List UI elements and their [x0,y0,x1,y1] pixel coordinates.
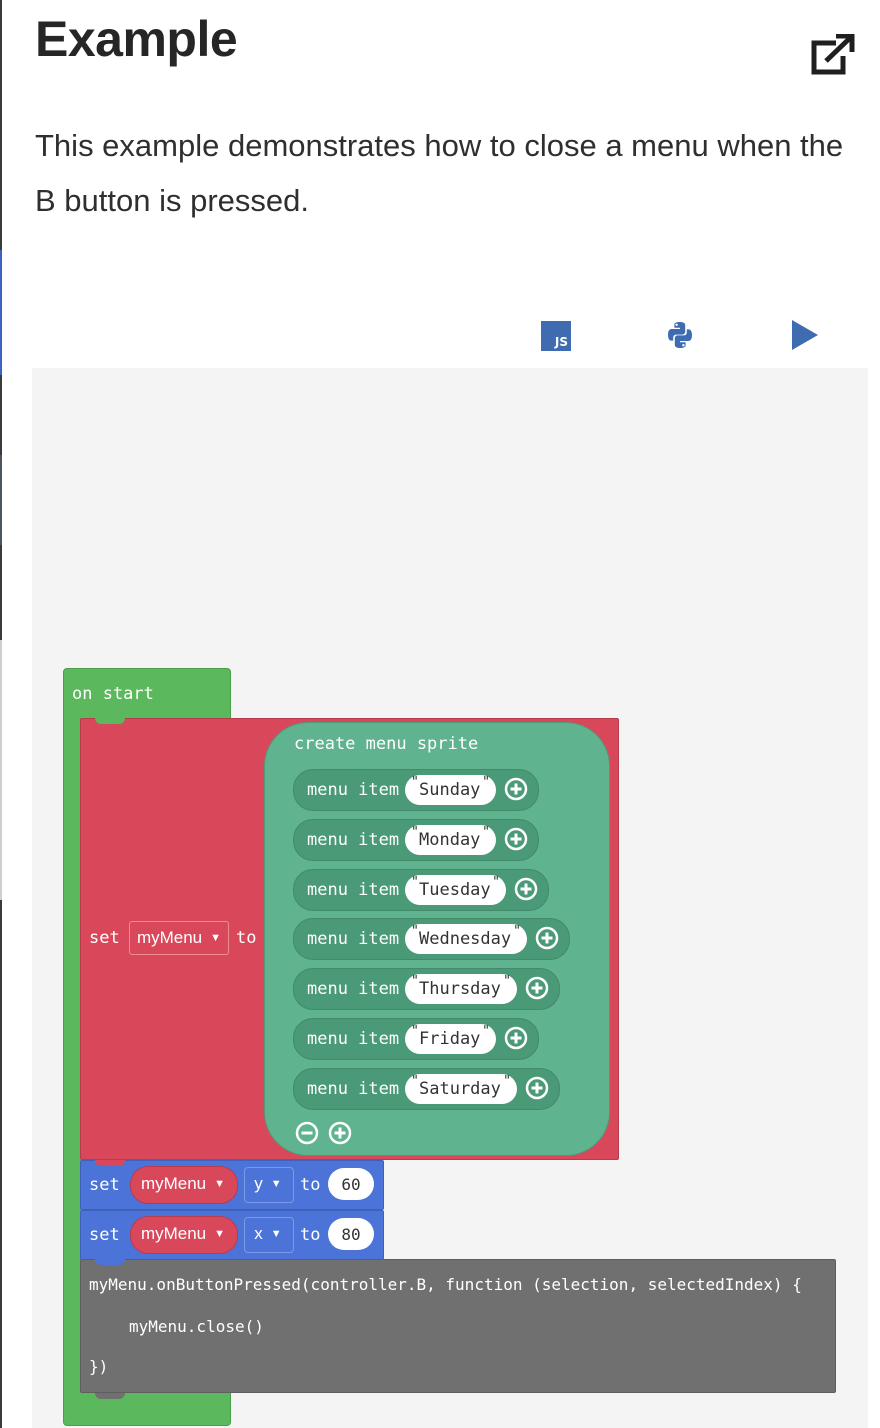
block-notch [95,1160,125,1166]
chevron-down-icon: ▼ [270,1178,282,1190]
menu-item-text-input[interactable]: " Saturday " [405,1073,517,1104]
menu-item-text-input[interactable]: " Monday " [405,824,496,855]
on-start-label: on start [72,684,154,704]
quote-mark: " [492,874,500,890]
variable-name: myMenu [140,1174,207,1193]
menu-item-text: Tuesday [419,879,491,900]
variable-dropdown[interactable]: myMenu ▼ [129,921,229,955]
menu-item-label: menu item [307,780,400,800]
menu-item-text-input[interactable]: " Thursday " [405,974,517,1005]
set-label: set [89,1225,120,1245]
menu-item-block[interactable]: menu item " Saturday " [293,1067,560,1110]
python-view-button[interactable] [665,320,695,350]
menu-item-text: Saturday [419,1078,501,1099]
menu-item-text-input[interactable]: " Sunday " [405,775,496,805]
open-external-icon[interactable] [808,34,856,78]
play-icon [792,320,818,350]
menu-item-text: Friday [419,1029,481,1049]
quote-mark: " [411,924,419,940]
menu-item-block[interactable]: menu item " Tuesday " [293,868,549,911]
number-input[interactable]: 60 [328,1168,374,1200]
number-input[interactable]: 80 [328,1218,374,1250]
menu-item-text-input[interactable]: " Tuesday " [405,874,506,905]
code-line: myMenu.close() [129,1317,264,1336]
menu-item-label: menu item [307,879,400,900]
quote-mark: " [482,1024,490,1039]
plus-circle-icon[interactable] [328,1121,352,1145]
quote-mark: " [513,924,521,940]
plus-circle-icon[interactable] [514,877,538,901]
chevron-down-icon: ▼ [214,1178,226,1190]
menu-item-label: menu item [307,929,400,950]
property-name: y [254,1174,263,1193]
property-select[interactable]: y ▼ [245,1168,291,1200]
variable-name: myMenu [136,928,203,947]
menu-item-block[interactable]: menu item " Wednesday " [293,918,570,961]
run-simulator-button[interactable] [790,320,820,350]
quote-mark: " [503,974,511,990]
chevron-down-icon: ▼ [270,1228,282,1240]
variable-name: myMenu [140,1224,207,1243]
menu-item-text: Wednesday [419,929,512,950]
property-dropdown[interactable]: x ▼ [244,1217,294,1253]
block-notch [95,1393,125,1399]
quote-mark: " [411,1073,419,1089]
menu-item-label: menu item [307,1078,400,1099]
quote-mark: " [411,824,419,840]
quote-mark: " [503,1073,511,1089]
variable-pill[interactable]: myMenu ▼ [130,1166,238,1204]
plus-circle-icon[interactable] [525,1076,549,1100]
menu-item-block[interactable]: menu item " Sunday " [293,769,539,811]
to-label: to [300,1225,321,1245]
to-label: to [236,928,257,948]
chevron-down-icon: ▼ [214,1228,226,1240]
menu-item-text: Thursday [419,979,501,1000]
menu-item-label: menu item [307,829,400,850]
menu-item-text: Monday [419,829,481,850]
window-left-edge [0,0,2,1428]
variable-pill[interactable]: myMenu ▼ [130,1216,238,1254]
plus-circle-icon[interactable] [504,1026,528,1050]
menu-item-label: menu item [307,1029,400,1049]
menu-item-block[interactable]: menu item " Monday " [293,818,539,861]
javascript-view-button[interactable]: JS [541,321,571,351]
property-name: x [254,1224,263,1243]
quote-mark: " [482,824,490,840]
plus-circle-icon[interactable] [535,926,559,950]
block-notch [95,1259,125,1265]
code-line: }) [89,1357,109,1376]
minus-circle-icon[interactable] [295,1121,319,1145]
menu-item-text: Sunday [419,780,481,800]
plus-circle-icon[interactable] [525,976,549,1000]
menu-item-label: menu item [307,979,400,1000]
set-label: set [89,928,120,948]
chevron-down-icon: ▼ [210,932,222,944]
variable-dropdown[interactable]: myMenu ▼ [131,1217,235,1251]
quote-mark: " [482,775,490,790]
quote-mark: " [411,874,419,890]
property-select[interactable]: x ▼ [245,1218,291,1250]
menu-item-block[interactable]: menu item " Thursday " [293,968,560,1011]
js-icon: JS [554,335,568,349]
variable-dropdown[interactable]: myMenu ▼ [131,1167,235,1201]
property-dropdown[interactable]: y ▼ [244,1167,294,1203]
to-label: to [300,1175,321,1195]
code-line: myMenu.onButtonPressed(controller.B, fun… [89,1275,802,1294]
python-icon [668,322,692,348]
quote-mark: " [411,1024,419,1039]
set-label: set [89,1175,120,1195]
menu-item-text-input[interactable]: " Friday " [405,1024,496,1054]
menu-item-text-input[interactable]: " Wednesday " [405,924,527,955]
page-description: This example demonstrates how to close a… [35,128,844,218]
create-menu-sprite-label: create menu sprite [294,734,479,754]
quote-mark: " [411,775,419,790]
plus-circle-icon[interactable] [504,827,528,851]
quote-mark: " [411,974,419,990]
block-notch [95,718,125,724]
plus-circle-icon[interactable] [504,777,528,801]
page-title: Example [35,11,238,67]
menu-item-block[interactable]: menu item " Friday " [293,1018,539,1060]
